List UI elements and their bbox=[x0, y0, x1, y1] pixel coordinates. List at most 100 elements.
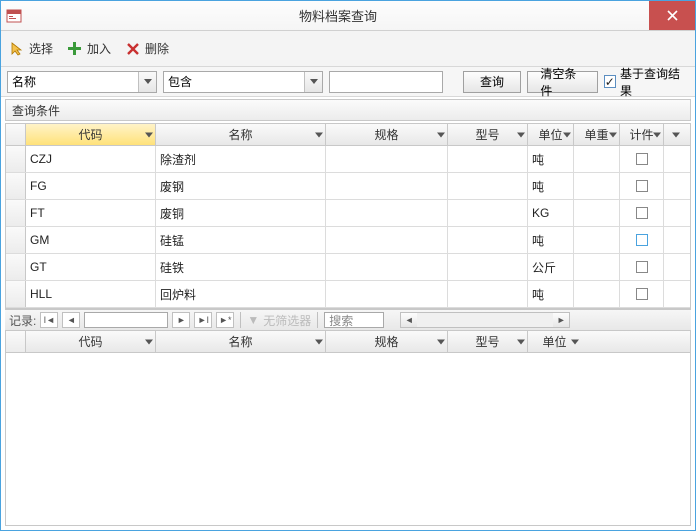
row-header[interactable] bbox=[6, 227, 26, 253]
cell-weight[interactable] bbox=[574, 227, 620, 253]
cell-weight[interactable] bbox=[574, 200, 620, 226]
cell-spec[interactable] bbox=[326, 254, 448, 280]
cell-weight[interactable] bbox=[574, 281, 620, 307]
clear-button[interactable]: 清空条件 bbox=[527, 71, 597, 93]
cell-code[interactable]: FT bbox=[26, 200, 156, 226]
cell-spec[interactable] bbox=[326, 173, 448, 199]
table-row[interactable]: GM硅锰吨 bbox=[6, 227, 690, 254]
cell-unit[interactable]: 公斤 bbox=[528, 254, 574, 280]
col-model[interactable]: 型号 bbox=[448, 124, 528, 145]
table-row[interactable]: FT废铜KG bbox=[6, 200, 690, 227]
cell-code[interactable]: CZJ bbox=[26, 146, 156, 172]
chevron-down-icon[interactable] bbox=[517, 339, 525, 344]
col-name[interactable]: 名称 bbox=[156, 124, 326, 145]
cell-piece[interactable] bbox=[620, 146, 664, 172]
checkbox-icon[interactable] bbox=[636, 180, 648, 192]
cell-name[interactable]: 废钢 bbox=[156, 173, 326, 199]
checkbox-icon[interactable] bbox=[636, 207, 648, 219]
cell-model[interactable] bbox=[448, 281, 528, 307]
nav-next[interactable]: ► bbox=[172, 312, 190, 328]
col-spec[interactable]: 规格 bbox=[326, 124, 448, 145]
cell-unit[interactable]: 吨 bbox=[528, 146, 574, 172]
chevron-down-icon[interactable] bbox=[315, 339, 323, 344]
cell-spec[interactable] bbox=[326, 281, 448, 307]
chevron-down-icon[interactable] bbox=[145, 339, 153, 344]
cell-model[interactable] bbox=[448, 173, 528, 199]
col-weight[interactable]: 单重 bbox=[574, 124, 620, 145]
cell-extra[interactable] bbox=[664, 227, 682, 253]
checkbox-icon[interactable] bbox=[636, 288, 648, 300]
row-header[interactable] bbox=[6, 200, 26, 226]
checkbox-icon[interactable] bbox=[636, 234, 648, 246]
scroll-track[interactable] bbox=[417, 313, 553, 327]
cell-model[interactable] bbox=[448, 146, 528, 172]
nav-new[interactable]: ►* bbox=[216, 312, 234, 328]
cell-extra[interactable] bbox=[664, 146, 682, 172]
cell-extra[interactable] bbox=[664, 281, 682, 307]
cell-code[interactable]: FG bbox=[26, 173, 156, 199]
chevron-down-icon[interactable] bbox=[571, 339, 579, 344]
col2-spec[interactable]: 规格 bbox=[326, 331, 448, 352]
chevron-down-icon[interactable] bbox=[145, 132, 153, 137]
cell-unit[interactable]: 吨 bbox=[528, 227, 574, 253]
col2-name[interactable]: 名称 bbox=[156, 331, 326, 352]
scroll-left[interactable]: ◄ bbox=[401, 313, 417, 327]
cell-spec[interactable] bbox=[326, 146, 448, 172]
cell-spec[interactable] bbox=[326, 227, 448, 253]
chevron-down-icon[interactable] bbox=[672, 132, 680, 137]
chevron-down-icon[interactable] bbox=[437, 132, 445, 137]
query-button[interactable]: 查询 bbox=[463, 71, 522, 93]
table-row[interactable]: GT硅铁 公斤 bbox=[6, 254, 690, 281]
scroll-right[interactable]: ► bbox=[553, 313, 569, 327]
col-piece[interactable]: 计件 bbox=[620, 124, 664, 145]
operator-combo-dropdown[interactable] bbox=[304, 72, 322, 92]
cell-spec[interactable] bbox=[326, 200, 448, 226]
cell-name[interactable]: 回炉料 bbox=[156, 281, 326, 307]
chevron-down-icon[interactable] bbox=[315, 132, 323, 137]
col2-model[interactable]: 型号 bbox=[448, 331, 528, 352]
row-header[interactable] bbox=[6, 254, 26, 280]
nav-search-input[interactable]: 搜索 bbox=[324, 312, 384, 328]
close-button[interactable] bbox=[649, 1, 695, 30]
cell-name[interactable]: 硅铁 bbox=[156, 254, 326, 280]
cell-piece[interactable] bbox=[620, 200, 664, 226]
record-number-input[interactable] bbox=[84, 312, 168, 328]
cell-code[interactable]: HLL bbox=[26, 281, 156, 307]
cell-name[interactable]: 废铜 bbox=[156, 200, 326, 226]
delete-button[interactable]: 删除 bbox=[125, 40, 169, 57]
cell-name[interactable]: 除渣剂 bbox=[156, 146, 326, 172]
cell-weight[interactable] bbox=[574, 146, 620, 172]
horizontal-scrollbar[interactable]: ◄ ► bbox=[400, 312, 570, 328]
cell-name[interactable]: 硅锰 bbox=[156, 227, 326, 253]
cell-model[interactable] bbox=[448, 200, 528, 226]
cell-weight[interactable] bbox=[574, 254, 620, 280]
based-on-result-checkbox[interactable]: ✓ 基于查询结果 bbox=[604, 65, 689, 99]
chevron-down-icon[interactable] bbox=[563, 132, 571, 137]
cell-extra[interactable] bbox=[664, 173, 682, 199]
chevron-down-icon[interactable] bbox=[609, 132, 617, 137]
row-header[interactable] bbox=[6, 281, 26, 307]
table-row[interactable]: HLL回炉料 吨 bbox=[6, 281, 690, 308]
table-row[interactable]: FG废钢 吨 bbox=[6, 173, 690, 200]
add-button[interactable]: 加入 bbox=[67, 40, 111, 57]
field-combo-input[interactable] bbox=[8, 72, 138, 92]
row-header-corner[interactable] bbox=[6, 331, 26, 352]
chevron-down-icon[interactable] bbox=[653, 132, 661, 137]
row-header[interactable] bbox=[6, 173, 26, 199]
checkbox-icon[interactable] bbox=[636, 261, 648, 273]
cell-extra[interactable] bbox=[664, 254, 682, 280]
cell-weight[interactable] bbox=[574, 173, 620, 199]
col-extra[interactable] bbox=[664, 124, 682, 145]
cell-unit[interactable]: 吨 bbox=[528, 281, 574, 307]
field-combo-dropdown[interactable] bbox=[138, 72, 156, 92]
cell-unit[interactable]: 吨 bbox=[528, 173, 574, 199]
chevron-down-icon[interactable] bbox=[437, 339, 445, 344]
row-header-corner[interactable] bbox=[6, 124, 26, 145]
nav-last[interactable]: ►I bbox=[194, 312, 212, 328]
operator-combo-input[interactable] bbox=[164, 72, 304, 92]
cell-code[interactable]: GT bbox=[26, 254, 156, 280]
cell-model[interactable] bbox=[448, 227, 528, 253]
nav-first[interactable]: I◄ bbox=[40, 312, 58, 328]
col2-code[interactable]: 代码 bbox=[26, 331, 156, 352]
table-row[interactable]: CZJ除渣剂 吨 bbox=[6, 146, 690, 173]
